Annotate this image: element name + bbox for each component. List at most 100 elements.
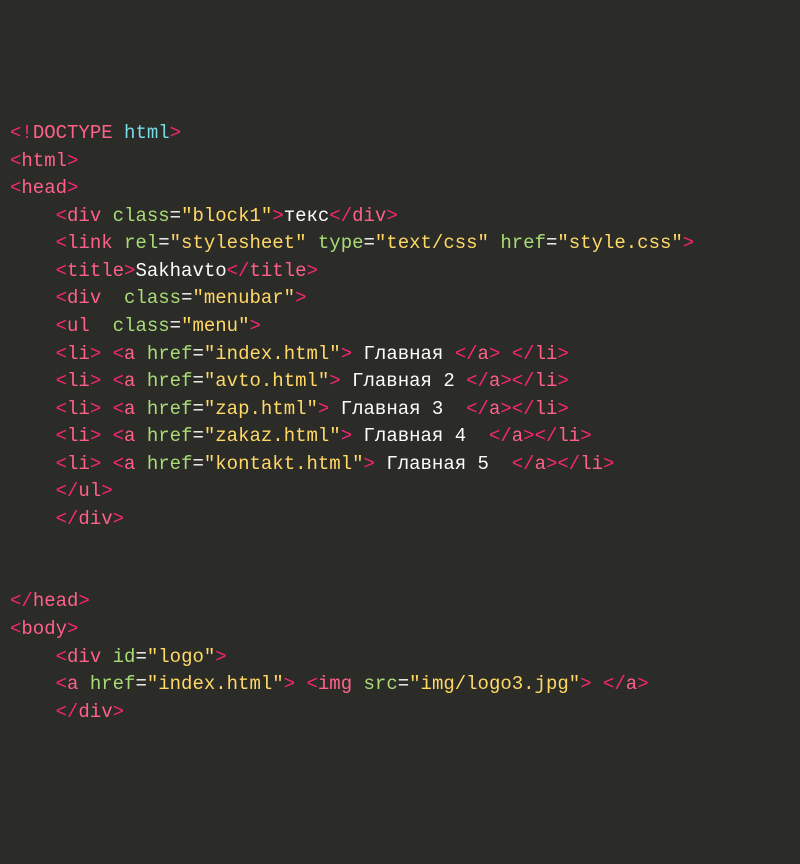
code-token: > (500, 370, 511, 392)
code-token: > (557, 370, 568, 392)
code-token: </ (512, 453, 535, 475)
code-token: > (67, 150, 78, 172)
code-token: > (124, 260, 135, 282)
code-token: head (33, 590, 79, 612)
code-token: </ (329, 205, 352, 227)
code-token: < (56, 260, 67, 282)
code-token: "style.css" (557, 232, 682, 254)
code-token: Главная 5 (375, 453, 512, 475)
code-token: html (21, 150, 67, 172)
code-token: a (124, 453, 135, 475)
code-token (101, 370, 112, 392)
code-token: link (67, 232, 113, 254)
code-token: текс (284, 205, 330, 227)
code-token: "kontakt.html" (204, 453, 364, 475)
code-token: > (90, 453, 101, 475)
code-token: > (500, 398, 511, 420)
code-token: div (67, 205, 101, 227)
code-token: title (67, 260, 124, 282)
code-token: < (56, 646, 67, 668)
code-line[interactable]: <div class="menubar"> (10, 287, 307, 309)
code-token: href (147, 398, 193, 420)
code-token: ul (78, 480, 101, 502)
code-token: < (56, 287, 67, 309)
code-token: > (67, 177, 78, 199)
code-line[interactable]: <link rel="stylesheet" type="text/css" h… (10, 232, 694, 254)
code-token: < (56, 453, 67, 475)
code-token: > (341, 425, 352, 447)
code-token: Главная (352, 343, 455, 365)
code-token: </ (512, 398, 535, 420)
code-token: </ (557, 453, 580, 475)
code-token: "index.html" (147, 673, 284, 695)
code-token: = (158, 232, 169, 254)
code-token: "menubar" (192, 287, 295, 309)
code-token: href (147, 425, 193, 447)
code-token: < (56, 425, 67, 447)
code-line[interactable]: <body> (10, 618, 78, 640)
code-line[interactable]: <li> <a href="zap.html"> Главная 3 </a><… (10, 398, 569, 420)
code-line[interactable]: <li> <a href="index.html"> Главная </a> … (10, 343, 569, 365)
code-token: = (364, 232, 375, 254)
code-token: li (535, 398, 558, 420)
code-token: > (341, 343, 352, 365)
code-token: > (113, 508, 124, 530)
code-token: > (90, 398, 101, 420)
code-line[interactable]: </head> (10, 590, 90, 612)
code-token: "zap.html" (204, 398, 318, 420)
code-token: a (489, 398, 500, 420)
code-line[interactable]: <li> <a href="avto.html"> Главная 2 </a>… (10, 370, 569, 392)
code-token: href (147, 453, 193, 475)
code-line[interactable]: <title>Sakhavto</title> (10, 260, 318, 282)
code-line[interactable]: <div class="block1">текс</div> (10, 205, 398, 227)
code-line[interactable]: <html> (10, 150, 78, 172)
code-token: class (113, 205, 170, 227)
code-line[interactable]: </div> (10, 701, 124, 723)
code-token: > (523, 425, 534, 447)
code-token: "menu" (181, 315, 249, 337)
code-token: > (284, 673, 295, 695)
code-line[interactable]: <!DOCTYPE html> (10, 122, 181, 144)
code-token (352, 673, 363, 695)
code-token: </ (489, 425, 512, 447)
code-token: class (124, 287, 181, 309)
code-line[interactable]: </div> (10, 508, 124, 530)
code-token: a (124, 343, 135, 365)
code-token: li (557, 425, 580, 447)
code-token: </ (512, 343, 535, 365)
code-line[interactable]: <div id="logo"> (10, 646, 227, 668)
code-token: a (489, 370, 500, 392)
code-line[interactable]: <li> <a href="kontakt.html"> Главная 5 <… (10, 453, 614, 475)
code-token: > (306, 260, 317, 282)
code-token: = (546, 232, 557, 254)
code-token (101, 425, 112, 447)
code-line[interactable]: <ul class="menu"> (10, 315, 261, 337)
code-token: href (500, 232, 546, 254)
code-line[interactable]: <li> <a href="zakaz.html"> Главная 4 </a… (10, 425, 592, 447)
code-token: Главная 4 (352, 425, 489, 447)
code-token: > (90, 343, 101, 365)
code-token: < (113, 370, 124, 392)
code-token: = (170, 205, 181, 227)
code-token: < (10, 177, 21, 199)
code-editor[interactable]: <!DOCTYPE html> <html> <head> <div class… (10, 120, 790, 726)
code-token: < (56, 343, 67, 365)
code-token: < (56, 205, 67, 227)
code-token: > (557, 343, 568, 365)
code-token: li (535, 343, 558, 365)
code-token: = (192, 453, 203, 475)
code-token (101, 398, 112, 420)
code-token: </ (56, 701, 79, 723)
code-token: </ (512, 370, 535, 392)
code-token: a (67, 673, 78, 695)
code-token (306, 232, 317, 254)
code-token: "text/css" (375, 232, 489, 254)
code-token: > (580, 425, 591, 447)
code-token: < (113, 453, 124, 475)
code-token (101, 205, 112, 227)
code-line[interactable]: <a href="index.html"> <img src="img/logo… (10, 673, 649, 695)
code-line[interactable]: <head> (10, 177, 78, 199)
code-token: li (67, 370, 90, 392)
code-token (101, 287, 124, 309)
code-line[interactable]: </ul> (10, 480, 113, 502)
